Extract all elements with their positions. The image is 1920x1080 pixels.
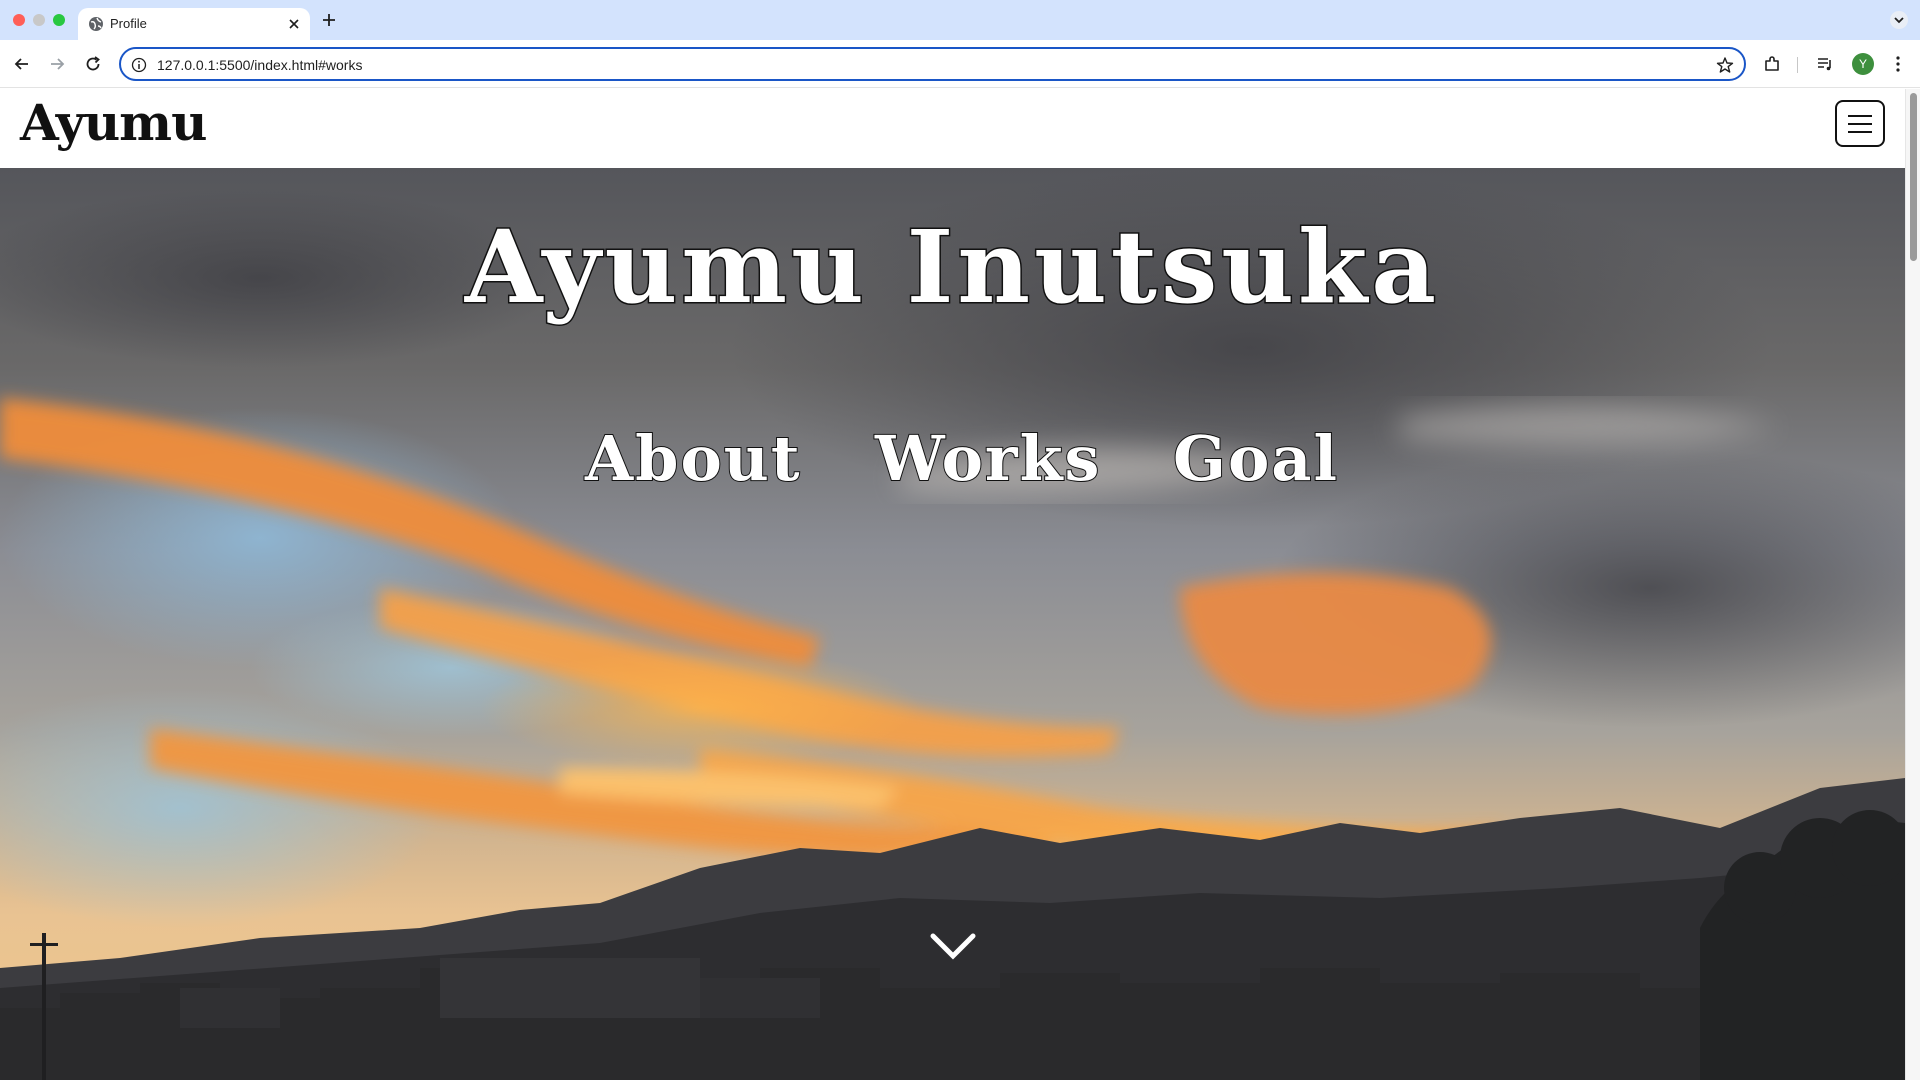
browser-toolbar: 127.0.0.1:5500/index.html#works Y xyxy=(0,40,1920,88)
extensions-icon[interactable] xyxy=(1762,54,1782,74)
more-vertical-icon[interactable] xyxy=(1888,54,1908,74)
page-scrollbar[interactable] xyxy=(1905,89,1920,1080)
chevron-down-icon[interactable] xyxy=(1890,11,1908,29)
hamburger-icon-line-2 xyxy=(1848,123,1872,125)
star-icon[interactable] xyxy=(1716,56,1734,74)
site-header: Ayumu xyxy=(0,89,1905,168)
globe-icon xyxy=(89,17,103,31)
url-text: 127.0.0.1:5500/index.html#works xyxy=(157,57,363,73)
reload-icon[interactable] xyxy=(83,54,103,74)
nav-link-works[interactable]: Works xyxy=(874,421,1101,496)
profile-avatar[interactable]: Y xyxy=(1852,53,1874,75)
back-arrow-icon[interactable] xyxy=(12,54,32,74)
window-maximize-button[interactable] xyxy=(53,14,65,26)
forward-arrow-icon[interactable] xyxy=(47,54,67,74)
address-bar[interactable]: 127.0.0.1:5500/index.html#works xyxy=(119,47,1746,81)
site-logo[interactable]: Ayumu xyxy=(20,93,207,152)
info-icon[interactable] xyxy=(131,57,147,73)
toolbar-separator xyxy=(1797,57,1798,73)
hero-section: Ayumu Inutsuka About Works Goal xyxy=(0,168,1905,1080)
media-control-icon[interactable] xyxy=(1815,54,1835,74)
browser-tab-active[interactable]: Profile xyxy=(78,8,310,40)
window-minimize-button[interactable] xyxy=(33,14,45,26)
nav-link-goal[interactable]: Goal xyxy=(1172,421,1339,496)
scrollbar-thumb[interactable] xyxy=(1910,93,1917,261)
tab-title: Profile xyxy=(110,16,147,31)
hamburger-icon-line-3 xyxy=(1848,131,1872,133)
browser-tabbar: Profile xyxy=(0,0,1920,40)
chevron-down-icon[interactable] xyxy=(929,930,977,964)
new-tab-button[interactable] xyxy=(320,11,338,29)
page-viewport: Ayumu Ayumu Inutsuka About Works Goal xyxy=(0,89,1905,1080)
close-icon[interactable] xyxy=(286,16,302,32)
nav-link-about[interactable]: About xyxy=(584,421,802,496)
window-close-button[interactable] xyxy=(13,14,25,26)
hero-title: Ayumu Inutsuka xyxy=(463,207,1441,328)
hamburger-icon xyxy=(1848,115,1872,117)
hamburger-menu-button[interactable] xyxy=(1835,100,1885,147)
